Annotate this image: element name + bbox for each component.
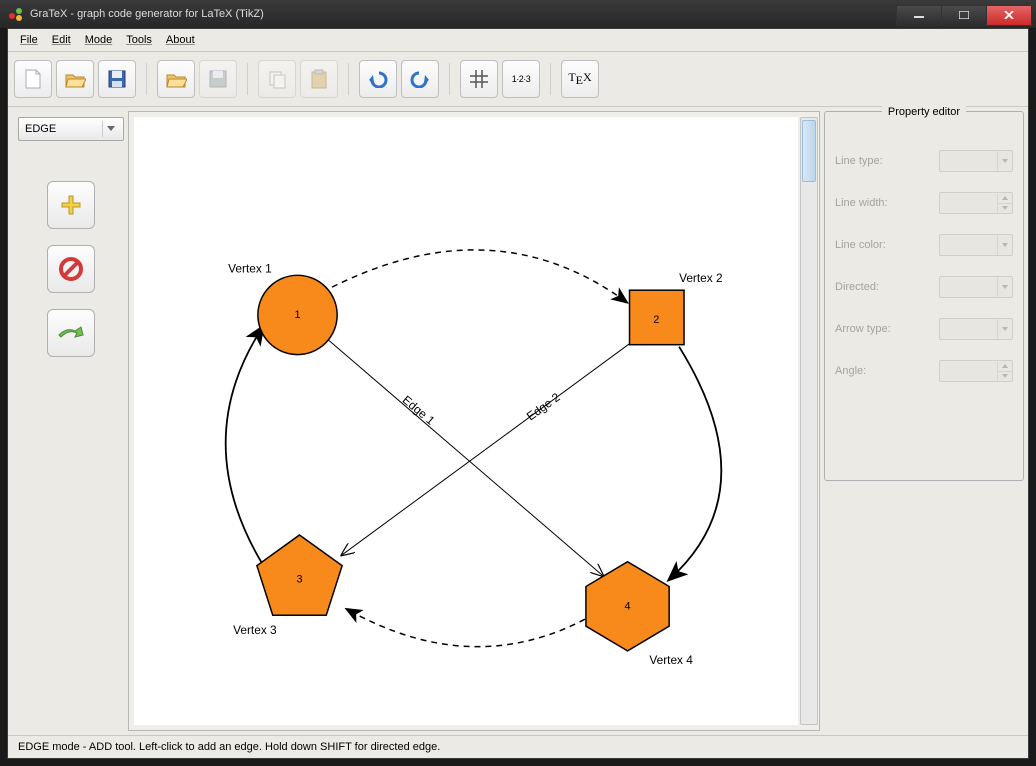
- prop-line-type-label: Line type:: [835, 155, 939, 167]
- svg-text:4: 4: [625, 600, 631, 612]
- vertex-2[interactable]: 2 Vertex 2: [630, 271, 723, 344]
- open-tpl-button[interactable]: [157, 60, 195, 98]
- add-tool-button[interactable]: [47, 181, 95, 229]
- svg-text:Edge 2: Edge 2: [524, 390, 563, 423]
- prop-arrow-type[interactable]: [939, 318, 1013, 340]
- menu-about[interactable]: About: [160, 32, 201, 48]
- property-panel-title: Property editor: [882, 106, 966, 118]
- prop-line-color[interactable]: [939, 234, 1013, 256]
- work-area: EDGE: [8, 107, 1028, 735]
- paste-button: [300, 60, 338, 98]
- mode-select[interactable]: EDGE: [18, 117, 124, 141]
- prop-arrow-type-label: Arrow type:: [835, 323, 939, 335]
- menu-tools[interactable]: Tools: [120, 32, 158, 48]
- status-bar: EDGE mode - ADD tool. Left-click to add …: [8, 735, 1028, 758]
- svg-text:1: 1: [294, 309, 300, 321]
- maximize-button[interactable]: [941, 5, 987, 26]
- new-button[interactable]: [14, 60, 52, 98]
- menu-mode[interactable]: Mode: [79, 32, 119, 48]
- window-title: GraTeX - graph code generator for LaTeX …: [30, 8, 264, 20]
- prop-line-color-label: Line color:: [835, 239, 939, 251]
- open-button[interactable]: [56, 60, 94, 98]
- left-sidebar: EDGE: [8, 107, 128, 735]
- scrollbar-thumb[interactable]: [802, 120, 816, 182]
- prop-directed-label: Directed:: [835, 281, 939, 293]
- tex-export-button[interactable]: TEX: [561, 60, 599, 98]
- prop-angle-label: Angle:: [835, 365, 939, 377]
- svg-text:Vertex 4: Vertex 4: [649, 653, 693, 667]
- app-window: GraTeX - graph code generator for LaTeX …: [0, 0, 1036, 766]
- minimize-button[interactable]: [896, 5, 942, 26]
- save-tpl-button: [199, 60, 237, 98]
- svg-text:Edge 1: Edge 1: [400, 393, 438, 428]
- prop-angle[interactable]: [939, 360, 1013, 382]
- menu-bar: File Edit Mode Tools About: [8, 29, 1028, 52]
- prop-line-type[interactable]: [939, 150, 1013, 172]
- client-area: File Edit Mode Tools About 1·2·3 TEX: [7, 28, 1029, 759]
- property-panel: Property editor Line type: Line width: L…: [824, 111, 1024, 731]
- menu-file[interactable]: File: [14, 32, 44, 48]
- svg-text:Vertex 2: Vertex 2: [679, 271, 723, 285]
- prop-directed[interactable]: [939, 276, 1013, 298]
- svg-text:3: 3: [296, 574, 302, 586]
- vertical-scrollbar[interactable]: [800, 117, 818, 725]
- mode-select-value: EDGE: [25, 123, 56, 135]
- title-bar[interactable]: GraTeX - graph code generator for LaTeX …: [0, 0, 1036, 29]
- close-button[interactable]: [986, 5, 1032, 26]
- menu-edit[interactable]: Edit: [46, 32, 77, 48]
- svg-text:Vertex 3: Vertex 3: [233, 623, 277, 637]
- remove-tool-button[interactable]: [47, 245, 95, 293]
- copy-button: [258, 60, 296, 98]
- save-button[interactable]: [98, 60, 136, 98]
- grid-button[interactable]: [460, 60, 498, 98]
- svg-text:2: 2: [653, 314, 659, 326]
- status-text: EDGE mode - ADD tool. Left-click to add …: [18, 741, 440, 753]
- app-icon: [8, 6, 24, 22]
- prop-line-width[interactable]: [939, 192, 1013, 214]
- window-controls: [897, 5, 1032, 24]
- vertex-1[interactable]: 1 Vertex 1: [228, 261, 337, 354]
- vertex-4[interactable]: 4 Vertex 4: [586, 562, 693, 667]
- select-tool-button[interactable]: [47, 309, 95, 357]
- prop-line-width-label: Line width:: [835, 197, 939, 209]
- numbering-button[interactable]: 1·2·3: [502, 60, 540, 98]
- vertex-3[interactable]: 3 Vertex 3: [233, 535, 342, 637]
- redo-button[interactable]: [401, 60, 439, 98]
- svg-text:Vertex 1: Vertex 1: [228, 261, 272, 275]
- toolbar: 1·2·3 TEX: [8, 52, 1028, 107]
- undo-button[interactable]: [359, 60, 397, 98]
- canvas-container: Edge 1 Edge 2 1 Vertex 1 2 Vertex 2: [128, 111, 820, 731]
- chevron-down-icon: [102, 121, 119, 137]
- graph-canvas[interactable]: Edge 1 Edge 2 1 Vertex 1 2 Vertex 2: [134, 117, 798, 725]
